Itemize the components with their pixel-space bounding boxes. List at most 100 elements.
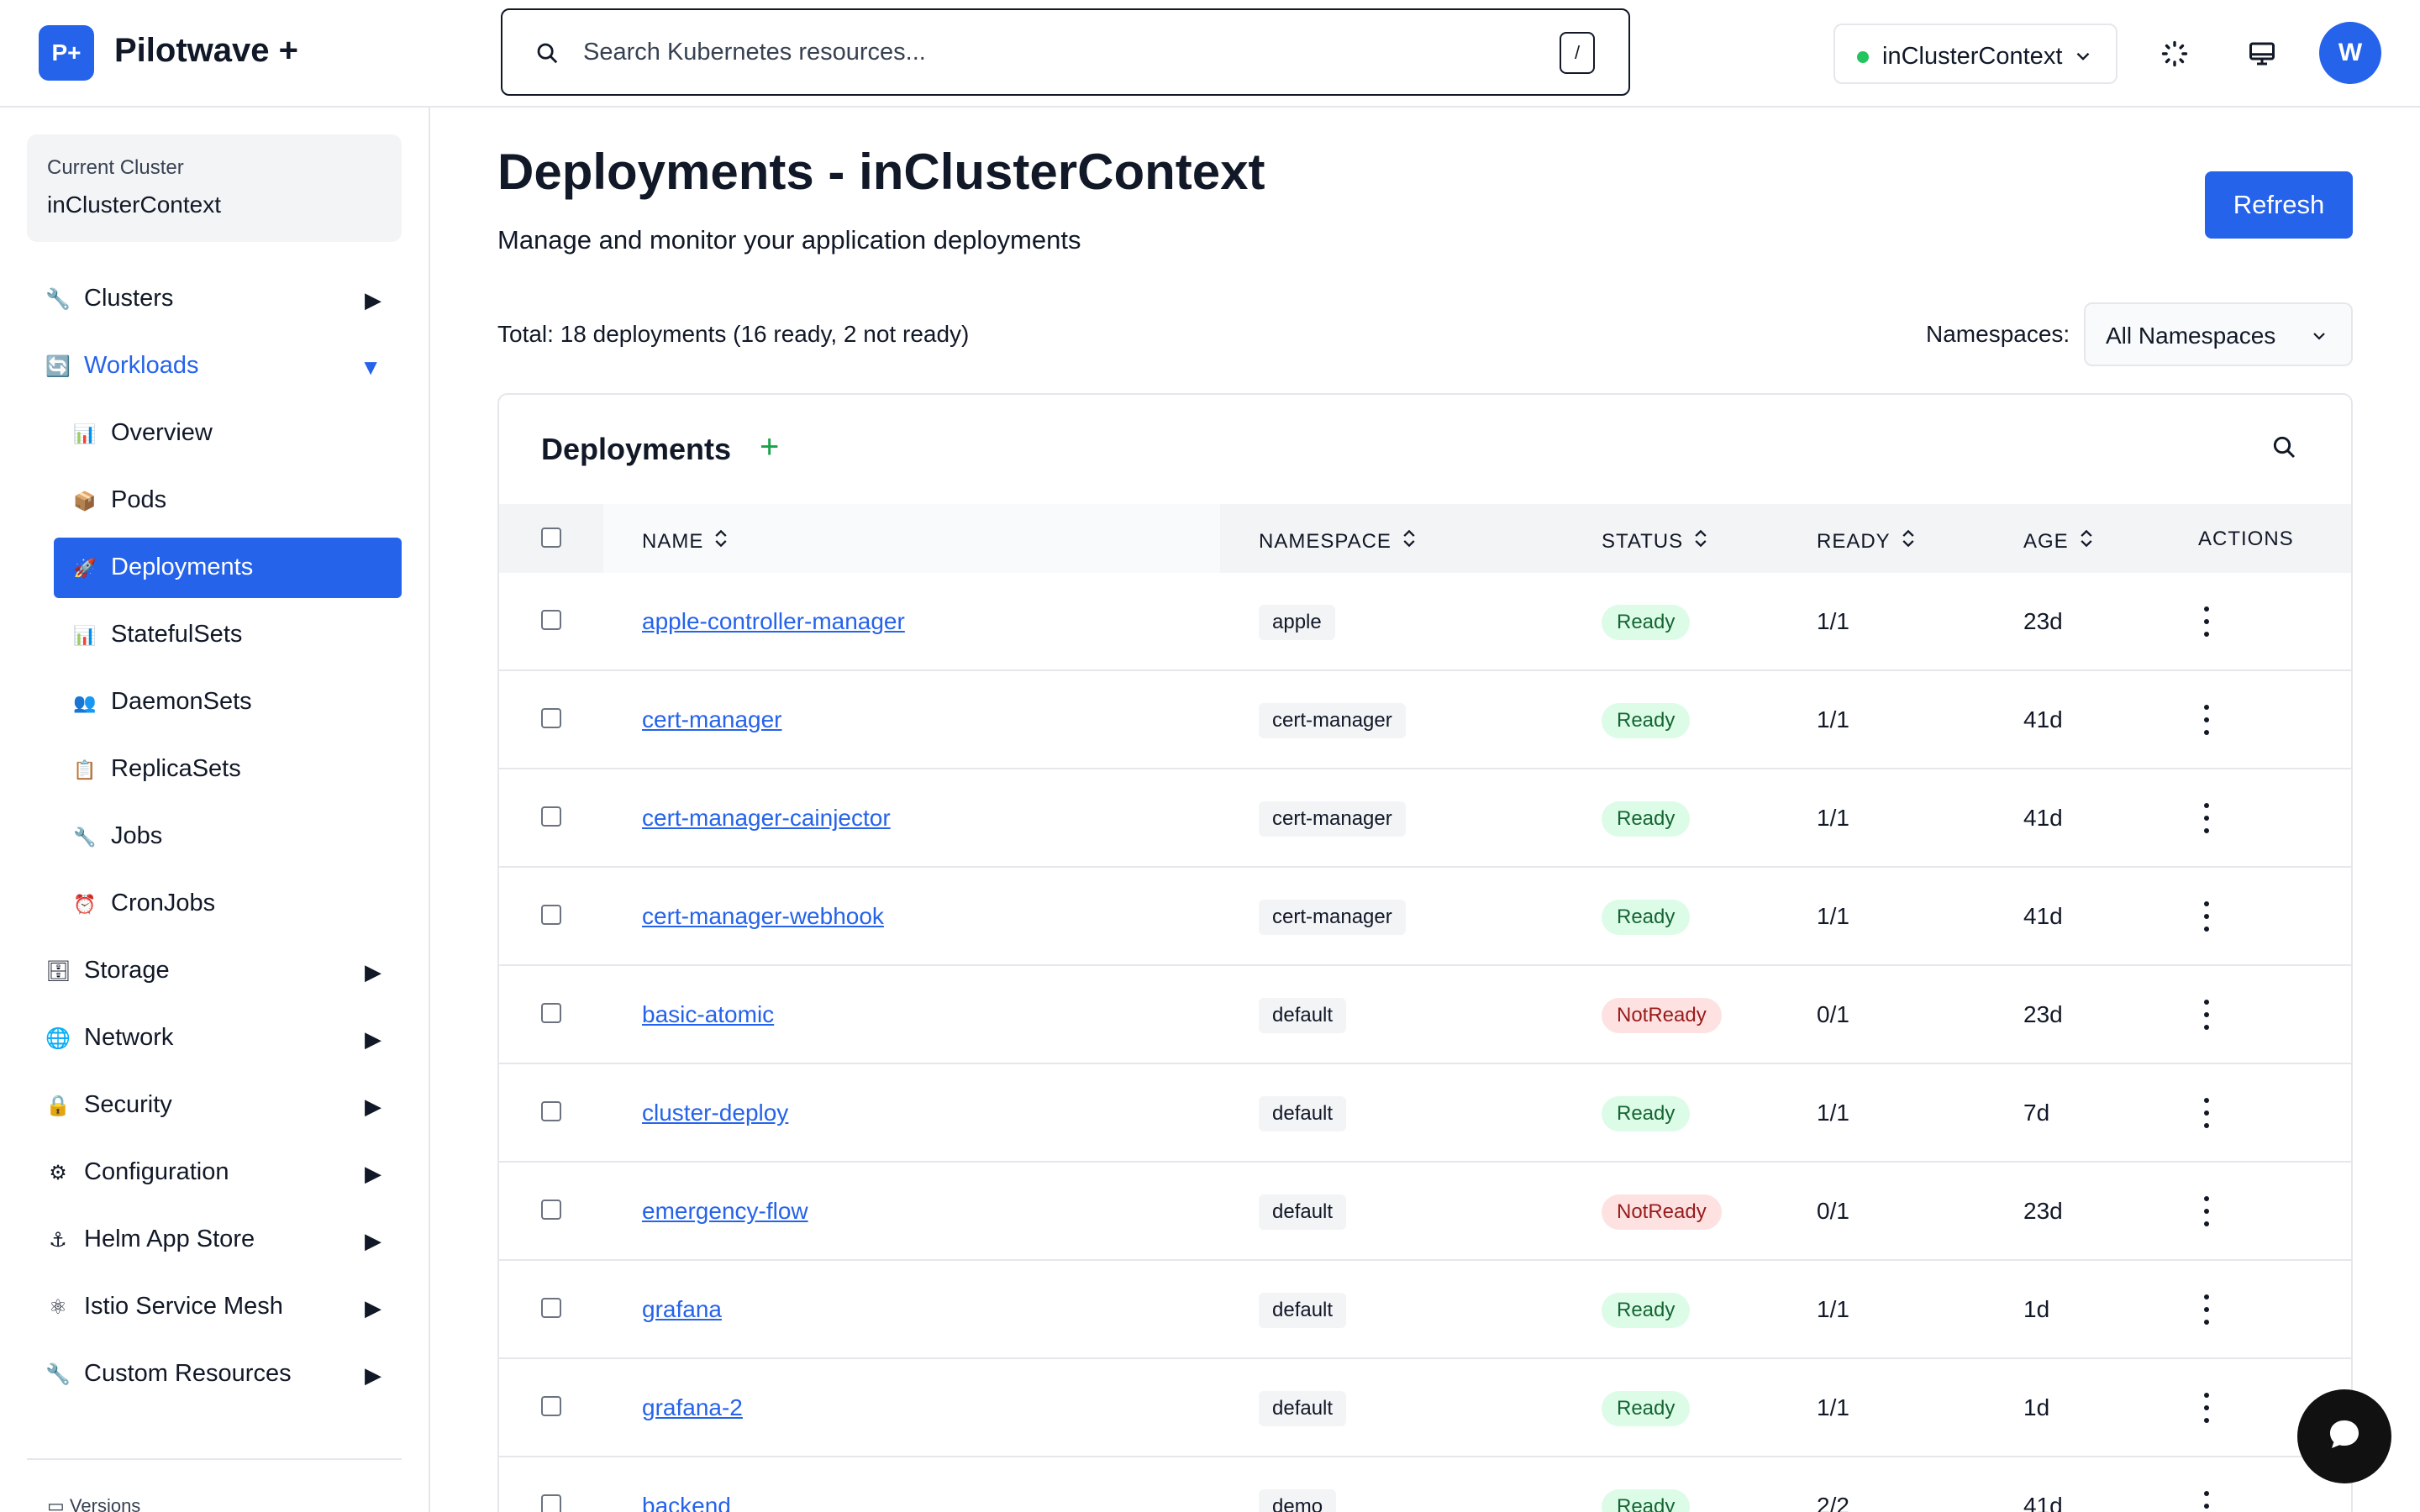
atom-icon: ⚛	[49, 1296, 67, 1319]
row-checkbox[interactable]	[541, 610, 561, 630]
deployment-name-link[interactable]: cert-manager	[642, 706, 782, 733]
sidebar-item-daemonsets[interactable]: 👥 DaemonSets	[54, 672, 402, 732]
table-row[interactable]: basic-atomic default NotReady 0/1 23d	[499, 966, 2351, 1064]
context-selector[interactable]: inClusterContext	[1833, 24, 2118, 84]
status-badge: Ready	[1602, 1293, 1691, 1328]
sidebar-item-label: Storage	[84, 957, 170, 984]
chat-button[interactable]	[2297, 1389, 2391, 1483]
more-actions-icon[interactable]	[2202, 1294, 2212, 1325]
age-value: 1d	[2023, 1296, 2050, 1322]
ready-count: 1/1	[1817, 706, 1849, 732]
ready-count: 2/2	[1817, 1493, 1849, 1512]
more-actions-icon[interactable]	[2202, 901, 2212, 932]
sidebar-item-overview[interactable]: 📊 Overview	[54, 403, 402, 464]
column-header-actions: ACTIONS	[2198, 528, 2294, 550]
sort-icon	[713, 528, 729, 555]
namespace-select[interactable]: All Namespaces	[2084, 302, 2353, 366]
deployment-name-link[interactable]: basic-atomic	[642, 1001, 774, 1028]
more-actions-icon[interactable]	[2202, 1196, 2212, 1226]
app-title[interactable]: Pilotwave +	[114, 32, 298, 70]
more-actions-icon[interactable]	[2202, 1491, 2212, 1512]
ready-count: 1/1	[1817, 903, 1849, 929]
sidebar-item-storage[interactable]: 🗄 Storage ▶	[27, 941, 402, 1001]
row-checkbox[interactable]	[541, 1003, 561, 1023]
more-actions-icon[interactable]	[2202, 1393, 2212, 1423]
row-checkbox[interactable]	[541, 708, 561, 728]
sidebar-item-clusters[interactable]: 🔧 Clusters ▶	[27, 269, 402, 329]
sidebar-item-configuration[interactable]: ⚙ Configuration ▶	[27, 1142, 402, 1203]
column-header-namespace[interactable]: NAMESPACE	[1259, 528, 1417, 555]
column-header-name[interactable]: NAME	[642, 528, 729, 555]
versions-link[interactable]: ▭ Versions	[47, 1495, 140, 1512]
status-badge: NotReady	[1602, 998, 1722, 1033]
age-value: 7d	[2023, 1100, 2050, 1126]
table-row[interactable]: cert-manager-webhook cert-manager Ready 1/1…	[499, 868, 2351, 966]
namespace-badge: cert-manager	[1259, 900, 1406, 935]
deployment-name-link[interactable]: cert-manager-cainjector	[642, 805, 891, 832]
sidebar-item-deployments[interactable]: 🚀 Deployments	[54, 538, 402, 598]
more-actions-icon[interactable]	[2202, 1098, 2212, 1128]
user-avatar[interactable]: W	[2319, 22, 2381, 84]
column-header-status[interactable]: STATUS	[1602, 528, 1708, 555]
deployment-name-link[interactable]: backend	[642, 1493, 731, 1512]
ready-count: 0/1	[1817, 1198, 1849, 1224]
table-row[interactable]: backend demo Ready 2/2 41d	[499, 1457, 2351, 1512]
table-row[interactable]: grafana default Ready 1/1 1d	[499, 1261, 2351, 1359]
row-checkbox[interactable]	[541, 1200, 561, 1220]
row-checkbox[interactable]	[541, 1101, 561, 1121]
table-row[interactable]: cert-manager cert-manager Ready 1/1 41d	[499, 671, 2351, 769]
deployment-name-link[interactable]: cluster-deploy	[642, 1100, 788, 1126]
current-cluster-card: Current Cluster inClusterContext	[27, 134, 402, 242]
refresh-button[interactable]: Refresh	[2205, 171, 2353, 239]
search-input[interactable]: Search Kubernetes resources... /	[501, 8, 1630, 96]
sidebar-item-network[interactable]: 🌐 Network ▶	[27, 1008, 402, 1068]
monitor-icon[interactable]	[2242, 34, 2282, 74]
deployment-name-link[interactable]: apple-controller-manager	[642, 608, 905, 635]
age-value: 41d	[2023, 805, 2063, 831]
table-row[interactable]: cert-manager-cainjector cert-manager Ready…	[499, 769, 2351, 868]
sidebar-item-security[interactable]: 🔒 Security ▶	[27, 1075, 402, 1136]
sidebar-item-label: StatefulSets	[111, 621, 243, 648]
table-row[interactable]: apple-controller-manager apple Ready 1/1 23d	[499, 573, 2351, 671]
sidebar-item-pods[interactable]: 📦 Pods	[54, 470, 402, 531]
deployment-name-link[interactable]: grafana-2	[642, 1394, 743, 1421]
sidebar-item-cronjobs[interactable]: ⏰ CronJobs	[54, 874, 402, 934]
more-actions-icon[interactable]	[2202, 1000, 2212, 1030]
row-checkbox[interactable]	[541, 806, 561, 827]
deployment-total-summary: Total: 18 deployments (16 ready, 2 not r…	[497, 321, 970, 347]
row-checkbox[interactable]	[541, 1396, 561, 1416]
row-checkbox[interactable]	[541, 1494, 561, 1512]
namespace-select-value: All Namespaces	[2106, 323, 2276, 349]
status-badge: Ready	[1602, 703, 1691, 738]
row-checkbox[interactable]	[541, 1298, 561, 1318]
sidebar-item-helm-app-store[interactable]: ⚓ Helm App Store ▶	[27, 1210, 402, 1270]
sidebar-item-custom-resources[interactable]: 🔧 Custom Resources ▶	[27, 1344, 402, 1404]
sidebar-item-statefulsets[interactable]: 📊 StatefulSets	[54, 605, 402, 665]
deployment-name-link[interactable]: grafana	[642, 1296, 722, 1323]
column-header-ready[interactable]: READY	[1817, 528, 1916, 555]
deployment-name-link[interactable]: cert-manager-webhook	[642, 903, 884, 930]
table-row[interactable]: cluster-deploy default Ready 1/1 7d	[499, 1064, 2351, 1163]
loader-icon[interactable]	[2154, 34, 2195, 74]
row-checkbox[interactable]	[541, 905, 561, 925]
sidebar-item-workloads[interactable]: 🔄 Workloads ▼	[27, 336, 402, 396]
age-value: 23d	[2023, 1001, 2063, 1027]
ready-count: 1/1	[1817, 1394, 1849, 1420]
deployment-name-link[interactable]: emergency-flow	[642, 1198, 808, 1225]
sidebar-item-replicasets[interactable]: 📋 ReplicaSets	[54, 739, 402, 800]
globe-icon: 🌐	[45, 1027, 71, 1050]
table-row[interactable]: grafana-2 default Ready 1/1 1d	[499, 1359, 2351, 1457]
chart-icon: 📊	[73, 625, 97, 646]
more-actions-icon[interactable]	[2202, 705, 2212, 735]
namespace-badge: default	[1259, 998, 1347, 1033]
more-actions-icon[interactable]	[2202, 606, 2212, 637]
table-search-icon[interactable]	[2270, 433, 2297, 465]
more-actions-icon[interactable]	[2202, 803, 2212, 833]
add-deployment-button[interactable]: +	[760, 428, 779, 466]
app-logo[interactable]: P+	[39, 25, 94, 81]
sidebar-item-jobs[interactable]: 🔧 Jobs	[54, 806, 402, 867]
column-header-age[interactable]: AGE	[2023, 528, 2094, 555]
table-row[interactable]: emergency-flow default NotReady 0/1 23d	[499, 1163, 2351, 1261]
select-all-checkbox[interactable]	[541, 528, 561, 548]
sidebar-item-istio-service-mesh[interactable]: ⚛ Istio Service Mesh ▶	[27, 1277, 402, 1337]
